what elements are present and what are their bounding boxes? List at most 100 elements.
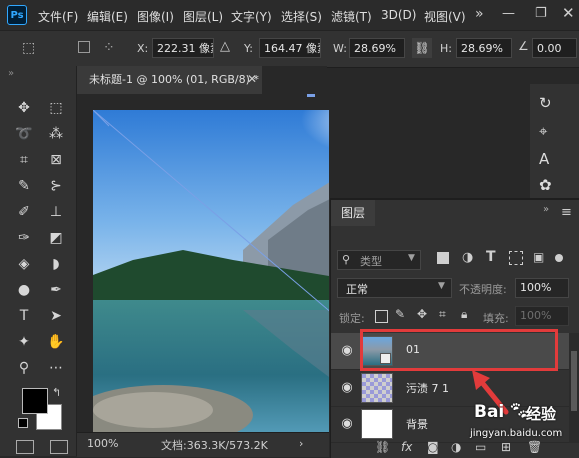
fill-label: 填充: [483,312,509,325]
panel-menu-icon[interactable]: ≡ [561,205,572,220]
reference-point-grid-icon[interactable]: ⁘ [103,38,123,58]
stamp-tool-icon[interactable]: ⊥ [45,202,67,222]
link-icon[interactable]: ⛓ [412,38,432,58]
blur-tool-icon[interactable]: ◗ [45,254,67,274]
document-tab-bar: 未标题-1 @ 100% (01, RGB/8) * ✕ [77,66,327,94]
shape-tool-icon[interactable]: ✦ [13,332,35,352]
history-brush-tool-icon[interactable]: ✑ [13,228,35,248]
paths-icon[interactable]: ⌖ [539,122,547,140]
hand-tool-icon[interactable]: ✋ [45,332,67,352]
transform-handle[interactable] [307,94,315,97]
history-icon[interactable]: ↻ [539,94,552,112]
menu-layer[interactable]: 图层(L) [183,8,223,25]
link-layers-icon[interactable]: ⛓ [375,440,390,454]
marquee-tool-icon[interactable]: ⬚ [45,98,67,118]
minimize-icon[interactable]: — [502,6,515,21]
search-icon: ⚲ [342,253,351,266]
eyedropper-tool-icon[interactable]: ✎ [13,176,35,196]
x-field[interactable]: 222.31 像素 [152,38,214,58]
menu-view[interactable]: 视图(V) [424,8,466,25]
close-tab-icon[interactable]: ✕ [247,72,257,86]
type-tool-icon[interactable]: T [13,306,35,326]
layer-name[interactable]: 背景 [406,416,428,432]
default-colors-icon[interactable] [18,418,28,428]
menu-image[interactable]: 图像(I) [137,8,174,25]
crop-tool-icon[interactable]: ⌗ [13,150,35,170]
canvas-area[interactable] [77,94,329,434]
opacity-field[interactable]: 100% [515,278,569,298]
y-field[interactable]: 164.47 像素 [259,38,321,58]
adjustment-filter-icon[interactable]: ◑ [462,250,473,265]
menu-bar: Ps 文件(F) 编辑(E) 图像(I) 图层(L) 文字(Y) 选择(S) 滤… [0,0,579,30]
lasso-tool-icon[interactable]: ➰ [13,124,35,144]
blend-mode-select[interactable]: 正常 ▼ [337,278,452,298]
swap-colors-icon[interactable]: ↰ [52,386,61,399]
quick-mask-icon[interactable] [16,440,34,454]
pen-tool-icon[interactable]: ✒ [45,280,67,300]
lock-artboard-icon[interactable]: ⌗ [439,307,446,322]
screen-mode-icon[interactable] [50,440,68,454]
menu-filter[interactable]: 滤镜(T) [331,8,372,25]
document-tab[interactable]: 未标题-1 @ 100% (01, RGB/8) * [77,66,262,94]
path-selection-tool-icon[interactable]: ➤ [45,306,67,326]
menu-type[interactable]: 文字(Y) [231,8,272,25]
adjustment-layer-icon[interactable]: ◑ [451,440,461,454]
filter-kind-label: 类型 [360,255,382,268]
transform-reference-icon[interactable]: ⬚ [22,40,35,56]
lock-position-icon[interactable]: ✥ [417,307,427,321]
eye-icon[interactable]: ◉ [339,417,355,431]
dodge-tool-icon[interactable]: ● [13,280,35,300]
gradient-tool-icon[interactable]: ◈ [13,254,35,274]
layers-tab[interactable]: 图层 [331,200,375,226]
shape-filter-icon[interactable] [509,251,523,265]
smart-object-filter-icon[interactable]: ▣ [533,250,544,264]
restore-icon[interactable]: ❐ [535,6,547,21]
menu-select[interactable]: 选择(S) [281,8,322,25]
eraser-tool-icon[interactable]: ◩ [45,228,67,248]
reference-point-checkbox[interactable] [78,41,90,53]
layer-style-icon[interactable]: fx [401,440,412,454]
lock-pixels-icon[interactable]: ✎ [395,307,405,321]
eye-icon[interactable]: ◉ [339,381,355,395]
blend-mode-value: 正常 [346,283,368,296]
magic-wand-tool-icon[interactable]: ⁂ [45,124,67,144]
rotate-icon: ∠ [518,39,529,53]
filter-toggle-icon[interactable] [555,254,563,262]
fill-field[interactable]: 100% [515,306,569,326]
filter-kind-select[interactable]: ⚲ 类型 ▼ [337,250,421,270]
relative-position-icon[interactable]: △ [220,39,230,54]
height-field[interactable]: 28.69% [456,38,512,58]
status-menu-arrow-icon[interactable]: › [299,437,303,450]
menu-3d[interactable]: 3D(D) [381,8,416,22]
collapse-panel-icon[interactable]: » [543,204,549,215]
add-mask-icon[interactable]: ◙ [427,440,439,454]
status-bar: 100% 文档:363.3K/573.2K › [77,432,329,457]
width-field[interactable]: 28.69% [349,38,405,58]
eye-icon[interactable]: ◉ [339,344,355,358]
pixel-filter-icon[interactable] [437,252,449,264]
character-icon[interactable]: A [539,150,549,168]
photoshop-logo-icon: Ps [7,5,27,25]
healing-tool-icon[interactable]: ⊱ [45,176,67,196]
lock-transparent-icon[interactable] [375,310,388,323]
type-filter-icon[interactable]: T [486,249,496,265]
close-icon[interactable]: ✕ [562,4,575,22]
brush-tool-icon[interactable]: ✐ [13,202,35,222]
lock-all-icon[interactable]: 🔒︎ [461,307,467,322]
right-dock: ↻ ⌖ A ✿ [530,84,579,204]
swatches-icon[interactable]: ✿ [539,176,552,194]
collapse-icon[interactable]: » [8,68,14,79]
move-tool-icon[interactable]: ✥ [13,98,35,118]
frame-tool-icon[interactable]: ⊠ [45,150,67,170]
foreground-color-swatch[interactable] [22,388,48,414]
more-tools-icon[interactable]: ⋯ [45,358,67,378]
angle-field[interactable]: 0.00 [532,38,577,58]
h-label: H: [440,42,452,55]
zoom-tool-icon[interactable]: ⚲ [13,358,35,378]
layer-name[interactable]: 污渍 7 1 [406,380,449,396]
more-menu-icon[interactable]: » [475,6,484,22]
zoom-level[interactable]: 100% [87,437,118,450]
menu-file[interactable]: 文件(F) [38,8,78,25]
menu-edit[interactable]: 编辑(E) [87,8,128,25]
w-label: W: [333,42,347,55]
